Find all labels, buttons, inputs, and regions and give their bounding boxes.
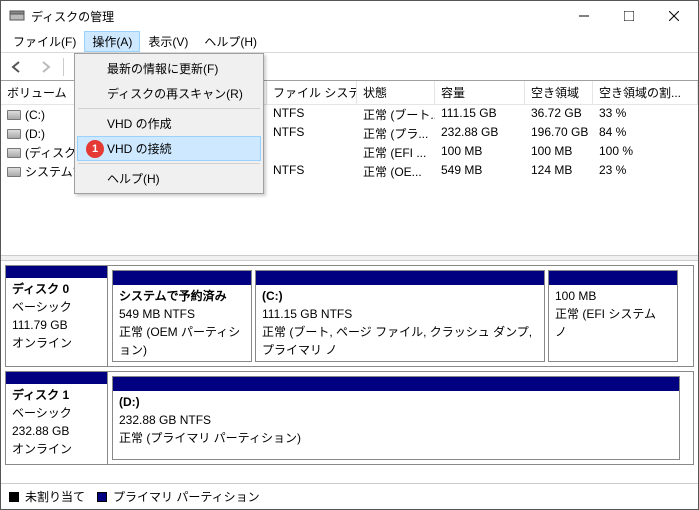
- col-status[interactable]: 状態: [357, 81, 435, 104]
- col-free[interactable]: 空き領域: [525, 81, 593, 104]
- disk-info[interactable]: ディスク 1ベーシック232.88 GBオンライン: [6, 372, 108, 464]
- menu-attach-vhd[interactable]: 1 VHD の接続: [77, 136, 261, 161]
- disk-layout-pane: ディスク 0ベーシック111.79 GBオンラインシステムで予約済み549 MB…: [1, 261, 698, 483]
- legend-unalloc-box: [9, 492, 19, 502]
- callout-badge: 1: [86, 140, 104, 158]
- titlebar: ディスクの管理: [1, 1, 698, 31]
- partition[interactable]: システムで予約済み549 MB NTFS正常 (OEM パーティション): [112, 270, 252, 362]
- col-fs[interactable]: ファイル システム: [267, 81, 357, 104]
- close-button[interactable]: [651, 2, 696, 30]
- partition[interactable]: (D:)232.88 GB NTFS正常 (プライマリ パーティション): [112, 376, 680, 460]
- forward-button[interactable]: [33, 56, 57, 78]
- legend: 未割り当て プライマリ パーティション: [1, 483, 698, 509]
- menu-help[interactable]: ヘルプ(H): [196, 31, 265, 52]
- disk-row[interactable]: ディスク 1ベーシック232.88 GBオンライン(D:)232.88 GB N…: [5, 371, 694, 465]
- partition[interactable]: (C:)111.15 GB NTFS正常 (ブート, ページ ファイル, クラッ…: [255, 270, 545, 362]
- legend-primary-box: [97, 492, 107, 502]
- legend-primary-label: プライマリ パーティション: [113, 488, 260, 505]
- disk-info[interactable]: ディスク 0ベーシック111.79 GBオンライン: [6, 266, 108, 366]
- col-freepct[interactable]: 空き領域の割...: [593, 81, 698, 104]
- legend-unalloc-label: 未割り当て: [25, 488, 85, 505]
- menu-create-vhd[interactable]: VHD の作成: [77, 111, 261, 136]
- toolbar-separator: [63, 58, 64, 76]
- menu-separator: [78, 163, 260, 164]
- action-dropdown: 最新の情報に更新(F) ディスクの再スキャン(R) VHD の作成 1 VHD …: [74, 53, 264, 194]
- menubar: ファイル(F) 操作(A) 表示(V) ヘルプ(H): [1, 31, 698, 53]
- menu-file[interactable]: ファイル(F): [5, 31, 84, 52]
- menu-attach-vhd-label: VHD の接続: [107, 142, 172, 156]
- disk-row[interactable]: ディスク 0ベーシック111.79 GBオンラインシステムで予約済み549 MB…: [5, 265, 694, 367]
- col-capacity[interactable]: 容量: [435, 81, 525, 104]
- menu-separator: [78, 108, 260, 109]
- window-title: ディスクの管理: [31, 8, 561, 25]
- menu-rescan[interactable]: ディスクの再スキャン(R): [77, 81, 261, 106]
- menu-action[interactable]: 操作(A): [84, 31, 140, 52]
- partition[interactable]: 100 MB正常 (EFI システム ノ: [548, 270, 678, 362]
- minimize-button[interactable]: [561, 2, 606, 30]
- back-button[interactable]: [5, 56, 29, 78]
- maximize-button[interactable]: [606, 2, 651, 30]
- menu-refresh[interactable]: 最新の情報に更新(F): [77, 56, 261, 81]
- app-icon: [9, 8, 25, 24]
- menu-help-item[interactable]: ヘルプ(H): [77, 166, 261, 191]
- menu-view[interactable]: 表示(V): [140, 31, 196, 52]
